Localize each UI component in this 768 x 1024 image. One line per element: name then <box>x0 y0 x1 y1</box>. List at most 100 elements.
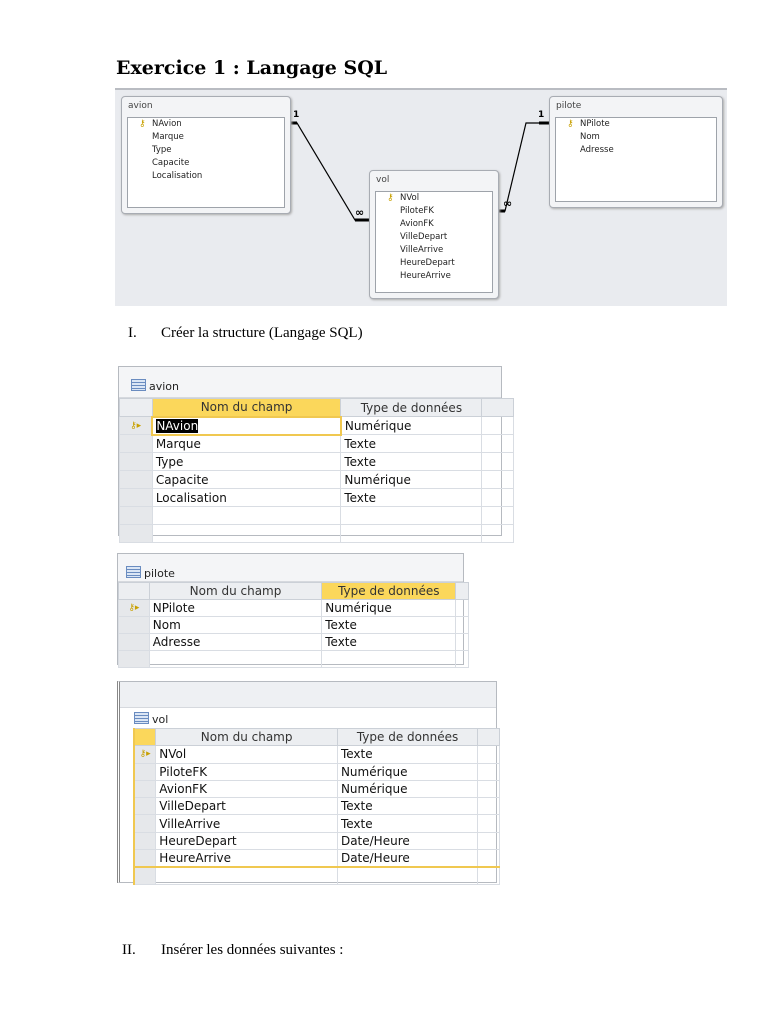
data-type-cell[interactable]: Numérique <box>340 416 483 435</box>
entity-field[interactable]: Type <box>128 144 284 157</box>
row-selector[interactable] <box>133 849 157 868</box>
field-name-cell[interactable]: PiloteFK <box>155 762 338 781</box>
empty-cell[interactable] <box>151 524 342 543</box>
row-selector[interactable] <box>119 488 153 507</box>
field-name-cell[interactable]: AvionFK <box>155 779 338 799</box>
table-row[interactable]: Marque Texte <box>119 434 514 453</box>
empty-cell[interactable] <box>481 506 514 525</box>
entity-field[interactable]: Adresse <box>556 144 716 157</box>
select-all-corner[interactable] <box>119 398 153 417</box>
entity-field[interactable]: Localisation <box>128 170 284 183</box>
empty-cell[interactable] <box>477 866 500 885</box>
field-name-cell[interactable]: HeureDepart <box>155 831 338 851</box>
table-row[interactable] <box>119 524 514 543</box>
data-type-cell[interactable]: Texte <box>336 745 479 764</box>
table-row[interactable]: Localisation Texte <box>119 488 514 507</box>
field-name-cell[interactable]: Type <box>151 452 342 471</box>
empty-cell[interactable] <box>481 524 514 543</box>
row-selector[interactable] <box>119 434 153 453</box>
field-name-cell[interactable]: Marque <box>151 434 342 453</box>
empty-cell[interactable] <box>151 506 342 525</box>
empty-cell[interactable] <box>477 745 500 764</box>
empty-cell[interactable] <box>455 650 469 668</box>
data-type-cell[interactable]: Numérique <box>336 779 479 799</box>
table-row[interactable]: ⚷▸ NVol Texte <box>133 745 500 764</box>
data-type-cell[interactable]: Texte <box>321 633 457 651</box>
field-name-cell[interactable]: VilleDepart <box>155 797 338 816</box>
table-row[interactable]: VilleArrive Texte <box>133 814 500 833</box>
table-row[interactable]: ⚷▸ NPilote Numérique <box>118 599 469 617</box>
entity-field[interactable]: HeureArrive <box>376 270 492 283</box>
primary-key-icon[interactable]: ⚷▸ <box>119 416 153 435</box>
entity-pilote[interactable]: pilote ⚷ NPilote Nom Adresse <box>549 96 723 208</box>
row-selector[interactable] <box>119 470 153 489</box>
entity-field[interactable]: VilleDepart <box>376 231 492 244</box>
empty-cell[interactable] <box>477 779 500 799</box>
table-row[interactable]: HeureArrive Date/Heure <box>133 849 500 868</box>
empty-cell[interactable] <box>455 616 469 634</box>
empty-cell[interactable] <box>477 849 500 868</box>
table-tab-pilote[interactable]: pilote <box>126 566 175 580</box>
field-name-cell[interactable]: Localisation <box>151 488 342 507</box>
entity-field[interactable]: ⚷ NPilote <box>556 118 716 131</box>
empty-cell[interactable] <box>336 866 479 885</box>
table-row[interactable]: VilleDepart Texte <box>133 797 500 816</box>
column-header-description[interactable] <box>481 398 514 417</box>
row-selector[interactable] <box>118 633 150 651</box>
field-name-cell[interactable]: Capacite <box>151 470 342 489</box>
table-row[interactable]: AvionFK Numérique <box>133 779 500 799</box>
empty-cell[interactable] <box>477 762 500 781</box>
empty-cell[interactable] <box>340 524 483 543</box>
entity-vol[interactable]: vol ⚷ NVol PiloteFK AvionFK VilleDepart Ville… <box>369 170 499 299</box>
column-header-description[interactable] <box>477 727 500 747</box>
column-header-field-name[interactable]: Nom du champ <box>148 582 323 600</box>
empty-cell[interactable] <box>481 452 514 471</box>
data-type-cell[interactable]: Numérique <box>336 762 479 781</box>
entity-field[interactable]: VilleArrive <box>376 244 492 257</box>
row-selector[interactable] <box>133 762 157 781</box>
table-row[interactable]: Capacite Numérique <box>119 470 514 489</box>
primary-key-icon[interactable]: ⚷▸ <box>118 599 150 617</box>
data-type-cell[interactable]: Texte <box>336 814 479 833</box>
field-name-cell[interactable]: Adresse <box>148 633 323 651</box>
data-type-cell[interactable]: Texte <box>321 616 457 634</box>
field-name-cell[interactable]: NAvion <box>151 415 342 436</box>
entity-avion[interactable]: avion ⚷ NAvion Marque Type Capacite Localisat… <box>121 96 291 214</box>
table-tab-avion[interactable]: avion <box>131 379 179 393</box>
entity-field[interactable]: ⚷ NAvion <box>128 118 284 131</box>
empty-cell[interactable] <box>148 650 323 668</box>
table-row[interactable]: Adresse Texte <box>118 633 469 651</box>
empty-cell[interactable] <box>340 506 483 525</box>
entity-field[interactable]: HeureDepart <box>376 257 492 270</box>
primary-key-icon[interactable]: ⚷▸ <box>133 745 157 764</box>
entity-field[interactable]: PiloteFK <box>376 205 492 218</box>
data-type-cell[interactable]: Texte <box>340 488 483 507</box>
data-type-cell[interactable]: Numérique <box>321 599 457 617</box>
column-header-data-type[interactable]: Type de données <box>336 727 479 747</box>
empty-cell[interactable] <box>481 488 514 507</box>
empty-cell[interactable] <box>477 831 500 851</box>
entity-field[interactable]: Nom <box>556 131 716 144</box>
field-name-cell[interactable]: HeureArrive <box>155 849 338 868</box>
row-selector[interactable] <box>118 616 150 634</box>
row-selector[interactable] <box>119 524 153 543</box>
select-all-corner[interactable] <box>118 582 150 600</box>
table-row[interactable]: HeureDepart Date/Heure <box>133 831 500 851</box>
data-type-cell[interactable]: Date/Heure <box>336 849 479 868</box>
empty-cell[interactable] <box>481 416 514 435</box>
empty-cell[interactable] <box>321 650 457 668</box>
field-name-cell[interactable]: Nom <box>148 616 323 634</box>
empty-cell[interactable] <box>481 434 514 453</box>
entity-field[interactable]: AvionFK <box>376 218 492 231</box>
table-row[interactable] <box>118 650 469 668</box>
row-selector[interactable] <box>119 506 153 525</box>
field-name-cell[interactable]: NVol <box>155 745 338 764</box>
table-row[interactable] <box>133 866 500 885</box>
empty-cell[interactable] <box>481 470 514 489</box>
row-selector[interactable] <box>133 866 157 885</box>
data-type-cell[interactable]: Numérique <box>340 470 483 489</box>
row-selector[interactable] <box>119 452 153 471</box>
field-name-cell[interactable]: VilleArrive <box>155 814 338 833</box>
table-row[interactable]: Nom Texte <box>118 616 469 634</box>
empty-cell[interactable] <box>477 814 500 833</box>
